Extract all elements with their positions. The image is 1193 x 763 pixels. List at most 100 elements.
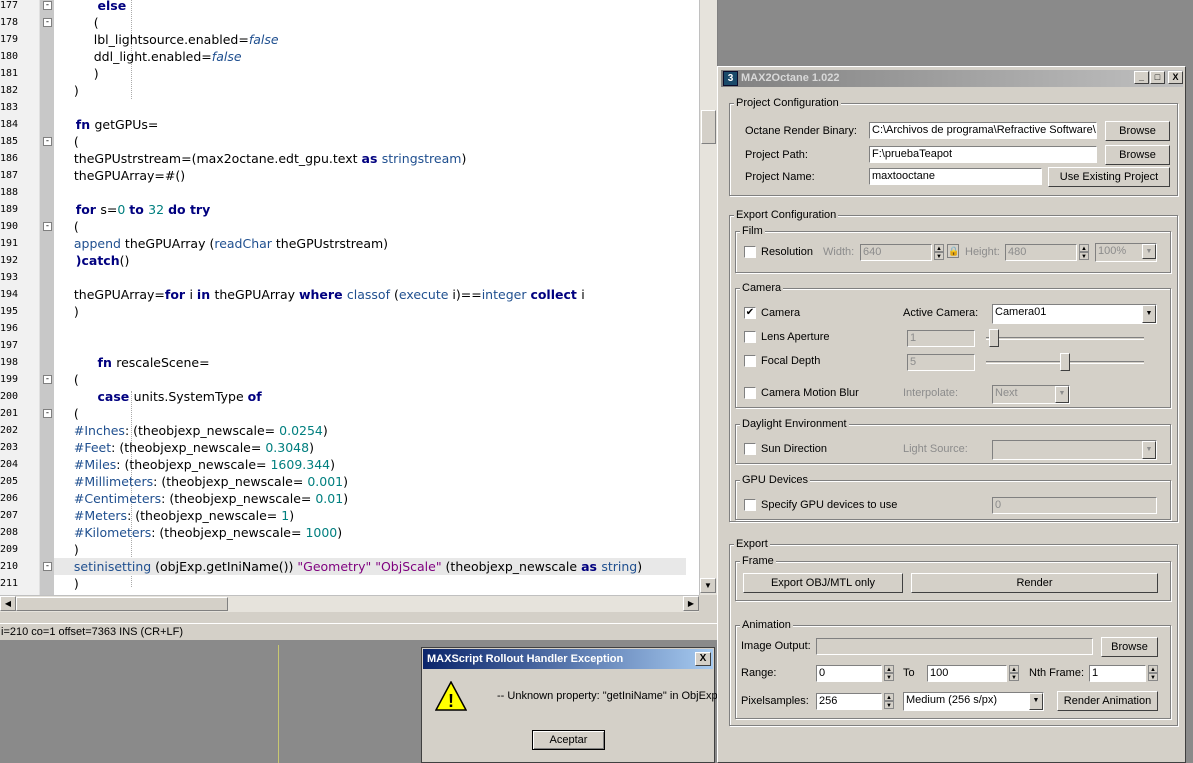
browse-path-button[interactable]: Browse <box>1105 145 1170 165</box>
vertical-scrollbar[interactable]: ▼ <box>699 0 717 595</box>
height-field[interactable]: 480 <box>1005 244 1077 261</box>
viewport-grid-line <box>278 645 279 763</box>
minimize-button[interactable]: _ <box>1134 71 1149 84</box>
group-label: Frame <box>740 555 776 567</box>
focal-depth-field[interactable]: 5 <box>907 354 975 371</box>
lens-aperture-slider-knob[interactable] <box>989 329 999 347</box>
horizontal-scroll-thumb[interactable] <box>16 597 228 611</box>
code-line: lbl_lightsource.enabled=false <box>54 31 279 48</box>
width-spinner[interactable]: ▲ ▼ <box>934 244 944 261</box>
fold-toggle-icon[interactable]: - <box>43 562 52 571</box>
height-spinner[interactable]: ▲ ▼ <box>1079 244 1089 261</box>
code-token: 1 <box>281 508 290 523</box>
focal-depth-slider-knob[interactable] <box>1060 353 1070 371</box>
horizontal-scrollbar[interactable]: ◀ ▶ <box>0 595 699 612</box>
lock-aspect-icon[interactable]: 🔒 <box>947 244 959 258</box>
code-token: theGPUArray <box>214 287 299 302</box>
camera-motion-blur-checkbox[interactable] <box>744 387 756 399</box>
code-token: (theobjexp_newscale <box>445 559 582 574</box>
vertical-scroll-thumb[interactable] <box>701 110 716 144</box>
octane-binary-field[interactable]: C:\Archivos de programa\Refractive Softw… <box>869 122 1097 139</box>
image-output-field[interactable] <box>816 638 1093 655</box>
code-area[interactable]: else ( lbl_lightsource.enabled=false ddl… <box>54 0 699 595</box>
group-label: Export Configuration <box>734 209 839 221</box>
pixelsamples-spinner[interactable]: ▲ ▼ <box>884 693 894 710</box>
export-obj-mtl-button[interactable]: Export OBJ/MTL only <box>743 573 903 593</box>
focal-depth-checkbox[interactable] <box>744 355 756 367</box>
nth-frame-spinner[interactable]: ▲ ▼ <box>1148 665 1158 682</box>
fold-toggle-icon[interactable]: - <box>43 409 52 418</box>
code-line: case units.SystemType of <box>54 388 262 405</box>
code-token: ) <box>54 304 79 319</box>
browse-binary-button[interactable]: Browse <box>1105 121 1170 141</box>
code-line: #Kilometers: (theobjexp_newscale= 1000) <box>54 524 342 541</box>
scroll-left-arrow-icon[interactable]: ◀ <box>0 596 16 611</box>
fold-toggle-icon[interactable]: - <box>43 222 52 231</box>
active-camera-dropdown[interactable]: Camera01 ▼ <box>992 304 1157 324</box>
chevron-down-icon: ▼ <box>1142 441 1156 459</box>
sun-direction-checkbox[interactable] <box>744 443 756 455</box>
line-number: 206 <box>0 493 19 504</box>
quality-value: Medium (256 s/px) <box>906 694 998 706</box>
range-label: Range: <box>741 667 777 679</box>
render-button[interactable]: Render <box>911 573 1158 593</box>
chevron-down-icon: ▼ <box>1142 305 1156 323</box>
width-field[interactable]: 640 <box>860 244 932 261</box>
fold-toggle-icon[interactable]: - <box>43 375 52 384</box>
fold-toggle-icon[interactable]: - <box>43 1 52 10</box>
line-number: 186 <box>0 153 19 164</box>
line-number: 207 <box>0 510 19 521</box>
code-line: theGPUArray=#() <box>54 167 185 184</box>
lens-aperture-checkbox[interactable] <box>744 331 756 343</box>
fold-toggle-icon[interactable]: - <box>43 18 52 27</box>
resolution-percent-dropdown[interactable]: 100% ▼ <box>1095 243 1157 262</box>
nth-frame-field[interactable]: 1 <box>1089 665 1146 682</box>
fold-toggle-icon[interactable]: - <box>43 137 52 146</box>
specify-gpu-checkbox[interactable] <box>744 499 756 511</box>
line-number: 197 <box>0 340 19 351</box>
dialog-close-button[interactable]: X <box>695 652 711 666</box>
group-label: Project Configuration <box>734 97 841 109</box>
pixelsamples-field[interactable]: 256 <box>816 693 882 710</box>
code-line: ) <box>54 575 79 592</box>
use-existing-project-button[interactable]: Use Existing Project <box>1048 167 1170 187</box>
code-line: #Centimeters: (theobjexp_newscale= 0.01) <box>54 490 348 507</box>
range-to-field[interactable]: 100 <box>927 665 1007 682</box>
light-source-dropdown[interactable]: ▼ <box>992 440 1157 460</box>
scroll-right-arrow-icon[interactable]: ▶ <box>683 596 699 611</box>
code-line: ( <box>54 133 79 150</box>
project-name-field[interactable]: maxtooctane <box>869 168 1042 185</box>
film-group: Film Resolution Width: 640 ▲ ▼ 🔒 Height: … <box>735 225 1171 273</box>
close-button[interactable]: X <box>1168 71 1183 84</box>
group-label: Export <box>734 538 770 550</box>
range-from-spinner[interactable]: ▲ ▼ <box>884 665 894 682</box>
gpu-devices-field[interactable]: 0 <box>992 497 1157 514</box>
code-line: #Feet: (theobjexp_newscale= 0.3048) <box>54 439 314 456</box>
camera-checkbox[interactable]: ✔ <box>744 307 756 319</box>
quality-dropdown[interactable]: Medium (256 s/px) ▼ <box>903 692 1044 711</box>
lens-aperture-field[interactable]: 1 <box>907 330 975 347</box>
line-number: 201 <box>0 408 19 419</box>
project-path-field[interactable]: F:\pruebaTeapot <box>869 146 1097 163</box>
maximize-button[interactable]: □ <box>1150 71 1165 84</box>
focal-depth-slider[interactable] <box>986 353 1144 371</box>
width-label: Width: <box>823 246 855 258</box>
code-token: readChar <box>214 236 276 251</box>
group-label: Camera <box>740 282 784 294</box>
range-to-spinner[interactable]: ▲ ▼ <box>1009 665 1019 682</box>
code-token: units.SystemType <box>133 389 248 404</box>
accept-button[interactable]: Aceptar <box>532 730 605 750</box>
code-token: ) <box>309 440 314 455</box>
code-token: : (theobjexp_newscale= <box>111 440 266 455</box>
resolution-checkbox[interactable] <box>744 246 756 258</box>
range-from-field[interactable]: 0 <box>816 665 882 682</box>
render-animation-button[interactable]: Render Animation <box>1057 691 1158 711</box>
group-label: Animation <box>740 619 793 631</box>
scroll-down-arrow-icon[interactable]: ▼ <box>700 578 716 593</box>
lens-aperture-slider[interactable] <box>986 329 1144 347</box>
browse-image-output-button[interactable]: Browse <box>1101 637 1158 657</box>
code-token: setinisetting <box>54 559 156 574</box>
line-number: 210 <box>0 561 19 572</box>
code-token: : (theobjexp_newscale= <box>153 474 308 489</box>
interpolate-dropdown[interactable]: Next ▼ <box>992 385 1070 404</box>
